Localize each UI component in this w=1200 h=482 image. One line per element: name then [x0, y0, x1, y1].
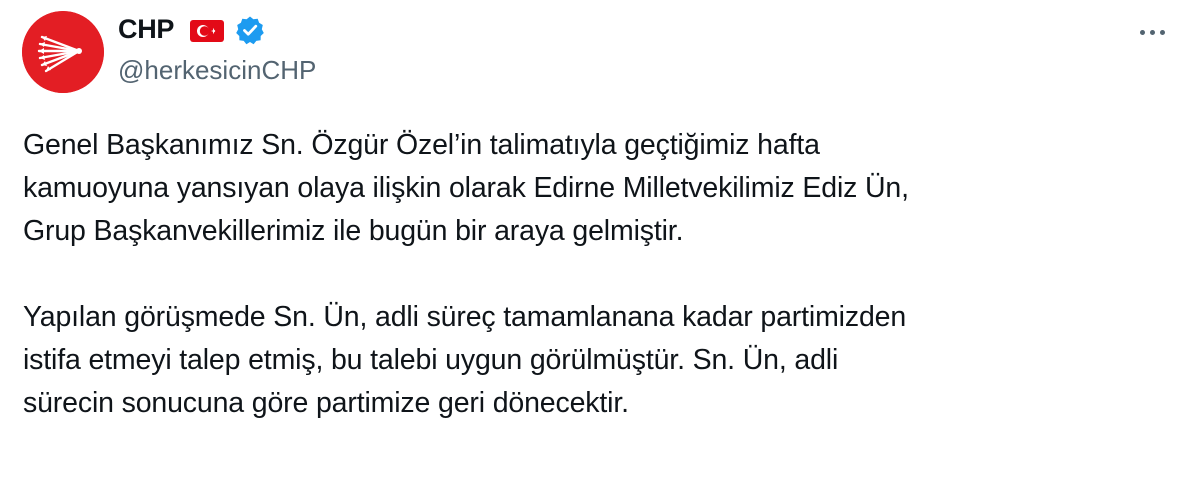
- dot: [1139, 29, 1145, 35]
- dot: [1149, 29, 1155, 35]
- chp-six-arrows-logo: [22, 11, 104, 93]
- tweet: CHP @herkesicinCHP Genel Başkanımız Sn. …: [0, 0, 1200, 482]
- author-name[interactable]: CHP: [118, 13, 174, 45]
- tweet-paragraph: Yapılan görüşmede Sn. Ün, adli süreç tam…: [23, 301, 907, 419]
- more-options-icon[interactable]: [1130, 18, 1174, 46]
- author-handle[interactable]: @herkesicinCHP: [118, 55, 316, 85]
- verified-badge-icon[interactable]: [235, 15, 265, 45]
- tweet-paragraph: Genel Başkanımız Sn. Özgür Özel’in talim…: [23, 129, 909, 247]
- tweet-text: Genel Başkanımız Sn. Özgür Özel’in talim…: [23, 124, 1173, 425]
- turkey-flag-icon: [190, 20, 224, 42]
- avatar[interactable]: [22, 11, 104, 93]
- dot: [1159, 29, 1165, 35]
